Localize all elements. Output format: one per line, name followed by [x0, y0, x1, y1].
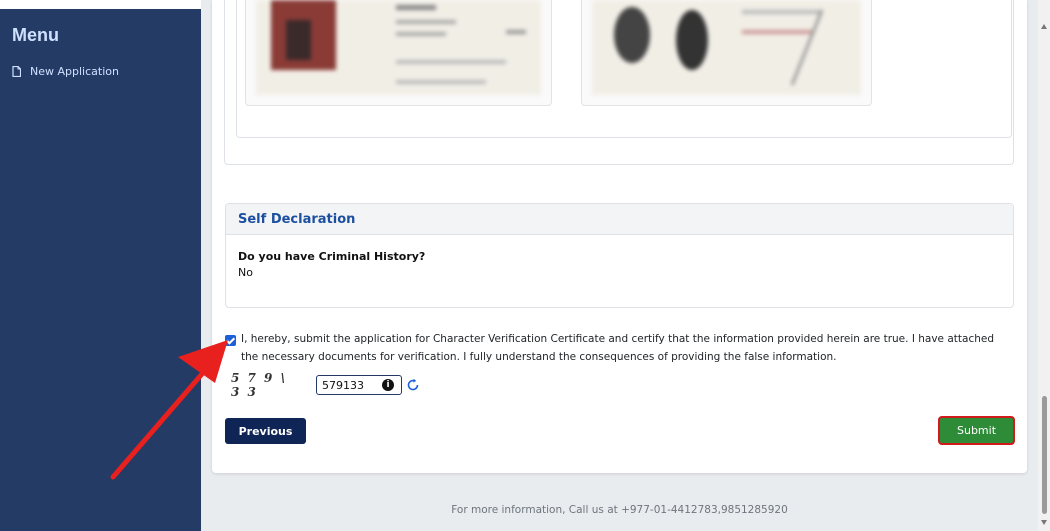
document-image	[256, 0, 541, 95]
self-declaration-panel: Self Declaration Do you have Criminal Hi…	[225, 203, 1014, 308]
captcha-row: 5 7 9 \ 3 3 i	[231, 371, 420, 399]
fingerprint-image	[592, 0, 861, 95]
submit-button[interactable]: Submit	[938, 416, 1015, 445]
page-scrollbar[interactable]	[1038, 0, 1050, 531]
agreement-checkbox[interactable]	[225, 335, 236, 346]
application-card: Self Declaration Do you have Criminal Hi…	[212, 0, 1027, 473]
top-strip	[0, 0, 201, 9]
sidebar-item-label: New Application	[30, 65, 119, 78]
scroll-down-arrow-icon[interactable]	[1041, 520, 1047, 525]
agreement-text: I, hereby, submit the application for Ch…	[241, 333, 995, 363]
criminal-history-answer: No	[238, 266, 253, 279]
sidebar: Menu New Application	[0, 9, 201, 531]
documents-box	[236, 0, 1012, 138]
sidebar-title: Menu	[12, 25, 59, 45]
fingerprint-thumbnail[interactable]	[581, 0, 872, 106]
footer-contact: For more information, Call us at +977-01…	[451, 504, 788, 516]
refresh-icon[interactable]	[406, 378, 420, 392]
document-thumbnail[interactable]	[245, 0, 552, 106]
scrollbar-thumb[interactable]	[1042, 396, 1047, 514]
sidebar-item-new-application[interactable]: New Application	[12, 65, 119, 78]
criminal-history-question: Do you have Criminal History?	[238, 250, 426, 263]
captcha-image-text: 5 7 9 \ 3 3	[231, 371, 287, 399]
info-icon[interactable]: i	[382, 379, 394, 391]
previous-button[interactable]: Previous	[225, 418, 306, 444]
self-declaration-heading: Self Declaration	[226, 204, 1013, 235]
declaration-agreement: I, hereby, submit the application for Ch…	[225, 333, 1005, 366]
blurred-fingerprint-art	[614, 7, 824, 86]
captcha-image: 5 7 9 \ 3 3	[231, 371, 296, 399]
blurred-document-art	[271, 0, 526, 84]
scroll-up-arrow-icon[interactable]	[1041, 24, 1047, 29]
main-content: Self Declaration Do you have Criminal Hi…	[201, 0, 1038, 531]
document-icon	[12, 66, 21, 77]
